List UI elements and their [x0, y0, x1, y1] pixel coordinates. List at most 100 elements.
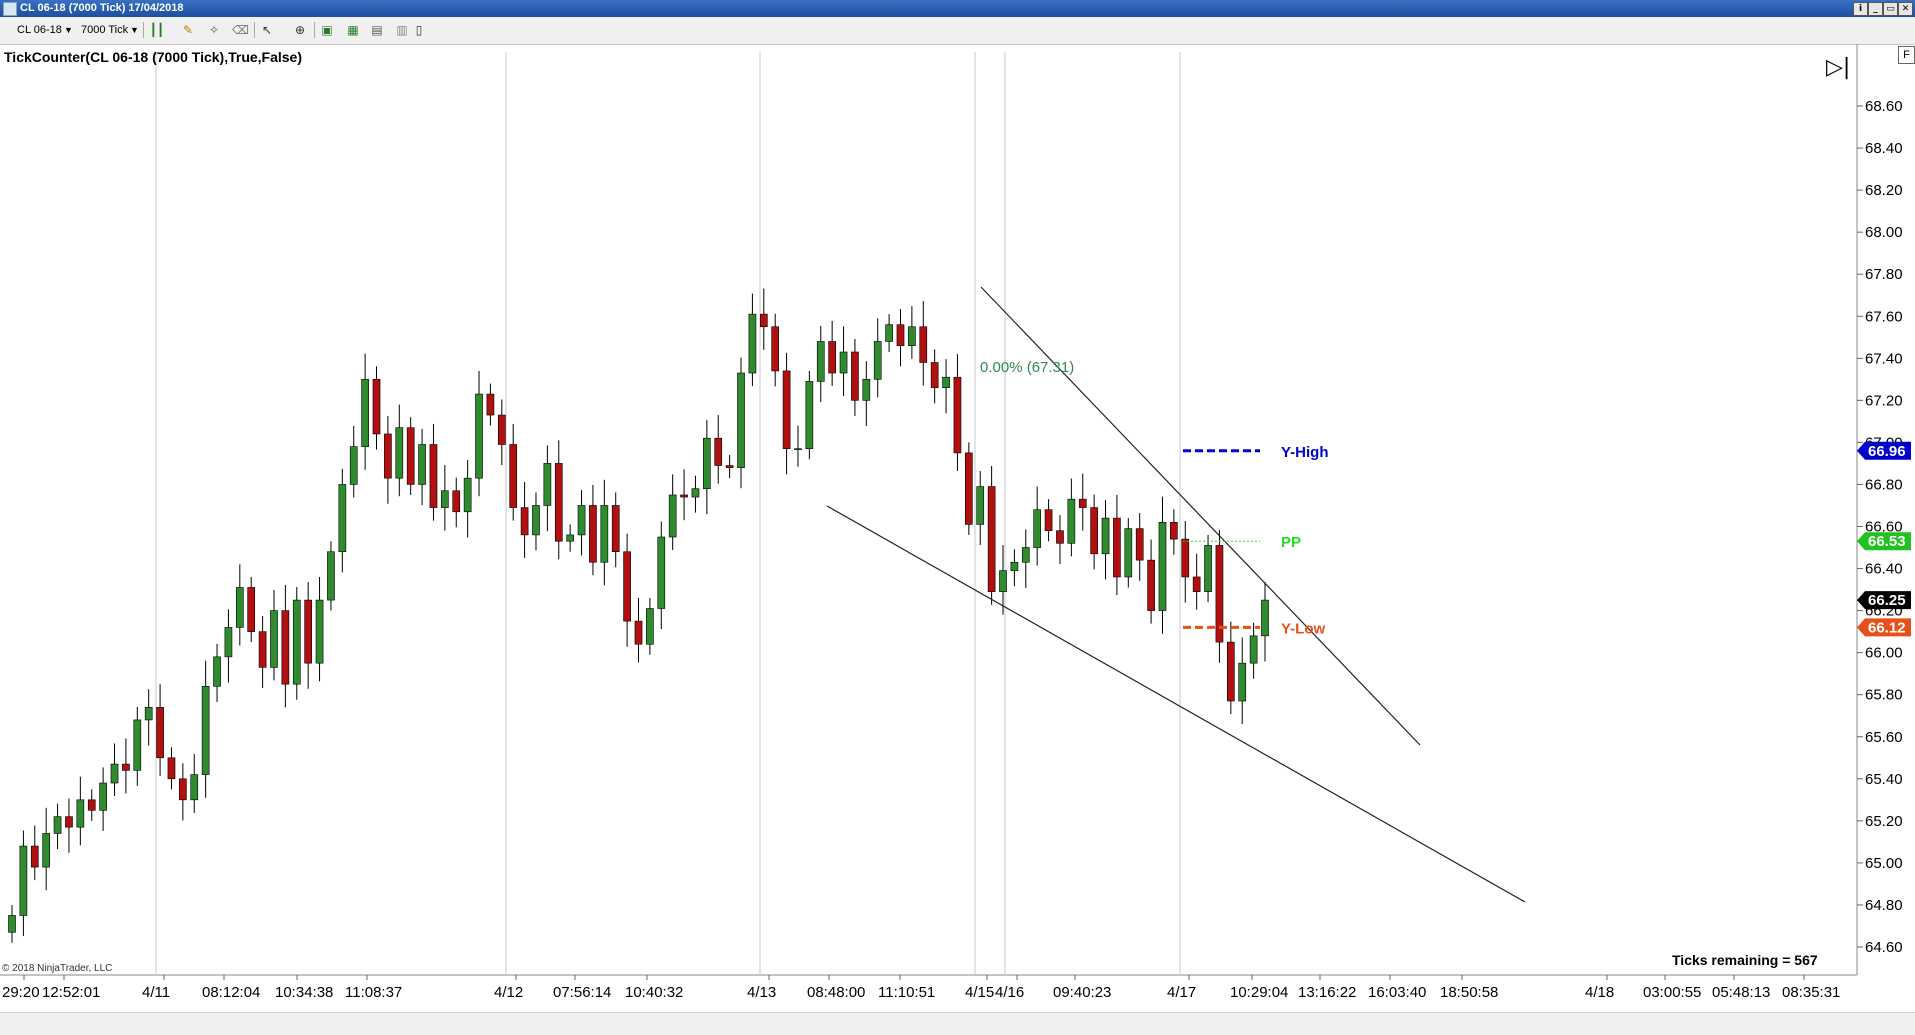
- candle: [1238, 662, 1247, 702]
- candle: [930, 362, 939, 389]
- cursor-icon[interactable]: ↖: [259, 22, 275, 38]
- candle: [532, 505, 540, 536]
- close-button[interactable]: ✕: [1898, 2, 1913, 16]
- panel-button[interactable]: F: [1898, 46, 1915, 64]
- zoom-icon[interactable]: ⊕: [292, 22, 308, 38]
- y-tick-label: 67.40: [1865, 350, 1903, 367]
- candle: [1056, 530, 1064, 544]
- properties-icon[interactable]: ▤: [369, 22, 385, 38]
- status-bar: [0, 1012, 1915, 1035]
- candle: [782, 370, 791, 450]
- price-tag: 66.12: [1857, 618, 1911, 637]
- candle: [1067, 498, 1076, 544]
- candle: [953, 376, 962, 454]
- candle: [1181, 538, 1190, 578]
- candle: [1078, 498, 1087, 508]
- x-tick-label: 13:16:22: [1298, 984, 1356, 1001]
- candle: [65, 816, 73, 828]
- candle: [497, 414, 506, 445]
- period-selector[interactable]: 7000 Tick: [81, 21, 128, 39]
- y-tick-label: 68.00: [1865, 224, 1903, 241]
- chevron-down-icon[interactable]: ▼: [130, 21, 139, 39]
- candle: [1044, 509, 1053, 532]
- x-tick-label: 08:12:04: [202, 984, 260, 1001]
- x-tick-label: 10:29:04: [1230, 984, 1288, 1001]
- candle: [976, 486, 985, 525]
- candle: [885, 324, 893, 342]
- eraser-icon[interactable]: ⌫: [232, 22, 249, 38]
- candle: [201, 685, 210, 775]
- data-box-icon[interactable]: ▯: [411, 22, 427, 38]
- x-tick-label: 4/13: [747, 984, 776, 1001]
- y-tick-label: 65.60: [1865, 729, 1903, 746]
- candle: [623, 551, 631, 622]
- candle: [361, 379, 369, 447]
- candle: [156, 707, 164, 759]
- x-tick-label: 10:34:38: [275, 984, 333, 1001]
- chevron-down-icon[interactable]: ▼: [64, 21, 73, 39]
- candle: [600, 505, 609, 563]
- minimize-button[interactable]: _: [1868, 2, 1883, 16]
- x-tick-label: 09:40:23: [1053, 984, 1111, 1001]
- candle: [53, 816, 62, 834]
- pencil-draw-icon[interactable]: ✎: [180, 22, 196, 38]
- info-button[interactable]: i: [1853, 2, 1868, 16]
- window-titlebar: CL 06-18 (7000 Tick) 17/04/2018 i _ ▭ ✕: [0, 0, 1915, 17]
- candle: [1226, 641, 1235, 702]
- add-object-icon[interactable]: ✧: [206, 22, 222, 38]
- bar-style-icon[interactable]: ┃┃: [149, 22, 165, 38]
- candle: [634, 620, 643, 645]
- candle: [748, 313, 757, 374]
- template-icon[interactable]: ▥: [394, 22, 410, 38]
- candle: [384, 433, 392, 479]
- candle: [110, 763, 119, 784]
- x-tick-label: 10:40:32: [625, 984, 683, 1001]
- candle: [862, 379, 871, 401]
- candle: [395, 427, 404, 479]
- candle: [1158, 521, 1167, 611]
- toolbar-separator: [143, 22, 144, 38]
- y-tick-label: 64.80: [1865, 897, 1903, 914]
- y-tick-label: 67.60: [1865, 308, 1903, 325]
- candle: [1021, 547, 1030, 563]
- candle: [1192, 576, 1201, 592]
- candle: [1033, 509, 1042, 548]
- x-tick-label: 18:50:58: [1440, 984, 1498, 1001]
- y-tick-label: 67.80: [1865, 266, 1903, 283]
- maximize-button[interactable]: ▭: [1883, 2, 1898, 16]
- price-tag-label: 66.12: [1868, 619, 1906, 636]
- candle: [304, 599, 312, 664]
- x-tick-label: 4/16: [995, 984, 1024, 1001]
- candle: [486, 393, 495, 416]
- candle: [577, 505, 586, 536]
- candle: [509, 444, 518, 508]
- candle: [1147, 559, 1155, 611]
- candle: [737, 372, 745, 468]
- candle: [42, 833, 51, 868]
- candle: [235, 587, 244, 628]
- x-tick-label: 4/17: [1167, 984, 1196, 1001]
- candle: [794, 448, 802, 451]
- candle: [1010, 561, 1019, 571]
- y-tick-label: 65.20: [1865, 813, 1903, 830]
- candle: [133, 719, 142, 771]
- price-tag: 66.53: [1857, 532, 1911, 551]
- candle: [258, 631, 267, 668]
- price-tag: 66.96: [1857, 441, 1911, 460]
- instrument-selector[interactable]: CL 06-18: [17, 21, 62, 39]
- candle: [247, 587, 256, 632]
- candle: [99, 782, 107, 811]
- strategy-icon[interactable]: ▣: [319, 22, 335, 38]
- x-tick-label: 05:48:13: [1712, 984, 1770, 1001]
- scroll-to-end-icon[interactable]: ▷|: [1826, 55, 1850, 80]
- price-chart[interactable]: 68.60 68.40 68.20 68.00 67.80 67.60 67.40 67.20…: [0, 44, 1915, 1013]
- indicator-icon[interactable]: ▦: [345, 22, 361, 38]
- toolbar-separator: [254, 22, 255, 38]
- candle: [828, 341, 836, 374]
- x-tick-label: 07:56:14: [553, 984, 611, 1001]
- candle: [703, 437, 711, 489]
- candle: [668, 494, 677, 538]
- pivot-label-pp: PP: [1281, 534, 1301, 551]
- y-tick-label: 66.00: [1865, 645, 1903, 662]
- candle: [554, 463, 563, 542]
